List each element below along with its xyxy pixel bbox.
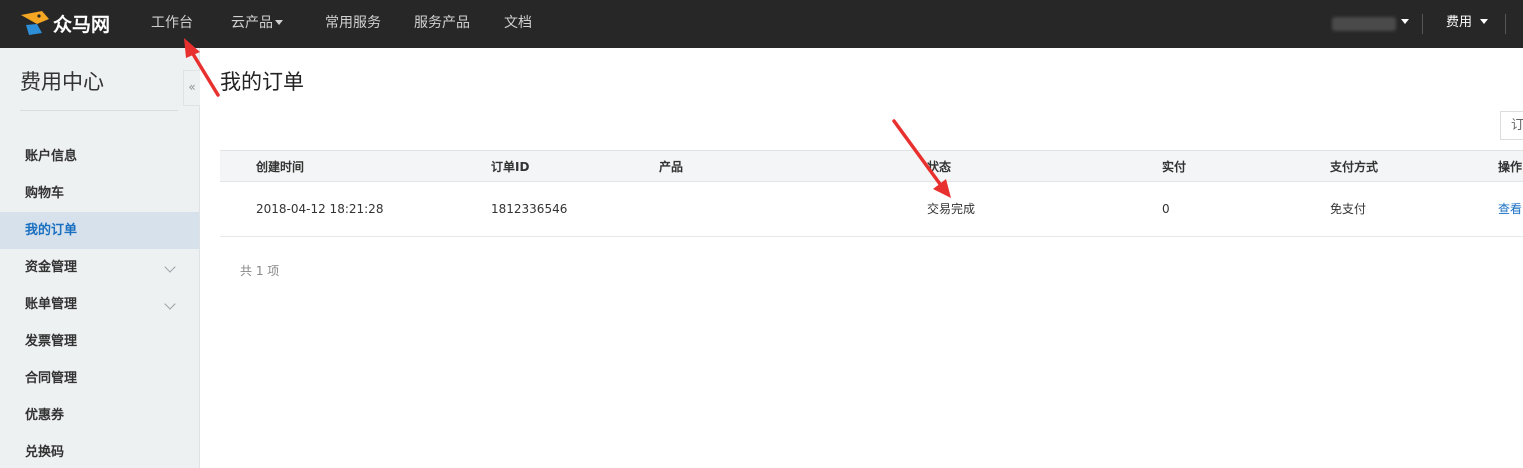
sidebar-item-bills[interactable]: 账单管理 (0, 286, 199, 323)
sidebar-item-label: 资金管理 (25, 260, 78, 275)
sidebar-collapse-button[interactable]: « (183, 70, 200, 106)
divider (20, 110, 178, 111)
chevron-down-icon (275, 19, 283, 25)
cell-status: 交易完成 (927, 202, 976, 216)
chevron-down-icon[interactable] (1401, 19, 1409, 24)
column-header-status[interactable]: 状态 (927, 151, 951, 183)
chevron-down-icon (1480, 19, 1489, 24)
table-row: 2018-04-12 18:21:28 1812336546 交易完成 0 免支… (220, 182, 1523, 237)
logo-icon (21, 11, 49, 35)
column-header-actions: 操作 (1498, 160, 1523, 174)
divider (1422, 14, 1423, 34)
cell-paid: 0 (1162, 202, 1170, 216)
divider (1505, 14, 1506, 34)
page-title: 我的订单 (220, 70, 304, 94)
sidebar-item-coupons[interactable]: 优惠券 (0, 397, 199, 434)
fee-menu[interactable]: 费用 (1446, 0, 1489, 48)
column-header-paid[interactable]: 实付 (1162, 151, 1186, 183)
logo-text: 众马网 (53, 13, 111, 36)
order-filter-input[interactable]: 订 (1500, 111, 1523, 140)
top-navbar: 众马网 工作台 云产品 常用服务 服务产品 文档 费用 (0, 0, 1523, 48)
nav-cloud-products[interactable]: 云产品 (231, 0, 283, 48)
sidebar-item-contracts[interactable]: 合同管理 (0, 360, 199, 397)
user-account-menu[interactable] (1332, 17, 1396, 31)
view-order-link[interactable]: 查看 (1498, 182, 1522, 236)
sidebar-item-cart[interactable]: 购物车 (0, 175, 199, 212)
nav-common-services[interactable]: 常用服务 (325, 0, 381, 48)
fee-menu-label: 费用 (1446, 15, 1473, 30)
nav-docs[interactable]: 文档 (504, 0, 532, 48)
nav-workbench[interactable]: 工作台 (151, 0, 193, 48)
chevron-down-icon (164, 261, 176, 273)
nav-cloud-products-label: 云产品 (231, 15, 273, 31)
nav-service-products[interactable]: 服务产品 (414, 0, 470, 48)
chevron-down-icon (164, 298, 176, 310)
sidebar-item-invoices[interactable]: 发票管理 (0, 323, 199, 360)
column-header-order-id[interactable]: 订单ID (491, 151, 529, 183)
sidebar-item-account-info[interactable]: 账户信息 (0, 138, 199, 175)
table-header: 创建时间 订单ID 产品 状态 实付 支付方式 操作 (220, 150, 1523, 182)
sidebar-title: 费用中心 (20, 70, 104, 94)
column-header-product[interactable]: 产品 (659, 151, 683, 183)
total-count: 共 1 项 (240, 264, 280, 278)
sidebar-item-funds[interactable]: 资金管理 (0, 249, 199, 286)
cell-payment-method: 免支付 (1330, 202, 1367, 216)
cell-order-id: 1812336546 (491, 202, 568, 216)
cell-created-time: 2018-04-12 18:21:28 (256, 202, 384, 216)
column-header-created-time[interactable]: 创建时间 (256, 151, 304, 183)
sidebar-item-label: 账单管理 (25, 297, 78, 312)
sidebar-item-redeem-codes[interactable]: 兑换码 (0, 434, 199, 468)
logo[interactable]: 众马网 (20, 6, 110, 40)
sidebar: 费用中心 账户信息 购物车 我的订单 资金管理 账单管理 发票管理 合同管理 优… (0, 48, 200, 468)
sidebar-item-my-orders[interactable]: 我的订单 (0, 212, 199, 249)
column-header-payment-method[interactable]: 支付方式 (1330, 151, 1378, 183)
